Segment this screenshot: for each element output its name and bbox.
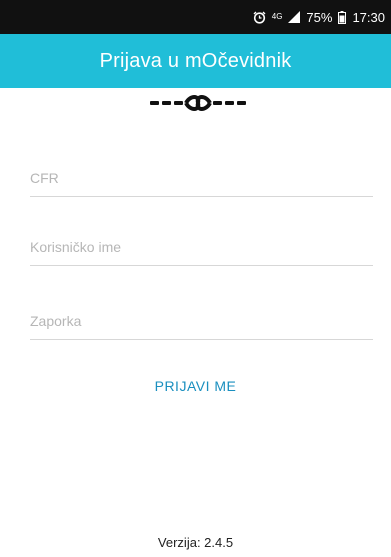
battery-percent: 75% xyxy=(306,9,333,25)
signal-icon xyxy=(288,11,301,23)
alarm-icon xyxy=(253,11,266,24)
app-bar: Prijava u mOčevidnik xyxy=(0,34,391,88)
version-label: Verzija: 2.4.5 xyxy=(157,535,234,550)
cfr-input[interactable] xyxy=(30,160,373,196)
clock: 17:30 xyxy=(352,9,385,25)
password-input[interactable] xyxy=(30,303,373,339)
battery-icon xyxy=(338,10,347,24)
username-input[interactable] xyxy=(30,229,373,265)
password-field[interactable] xyxy=(30,303,373,340)
network-type-label: 4G xyxy=(271,12,283,21)
username-field[interactable] xyxy=(30,229,373,266)
cfr-field[interactable] xyxy=(30,160,373,197)
login-button[interactable]: PRIJAVI ME xyxy=(130,372,261,400)
chain-link-logo xyxy=(148,92,248,114)
page-title: Prijava u mOčevidnik xyxy=(99,49,292,72)
network-4g-icon: 4G xyxy=(272,13,283,21)
status-bar: 4G 75% 17:30 xyxy=(0,0,391,34)
